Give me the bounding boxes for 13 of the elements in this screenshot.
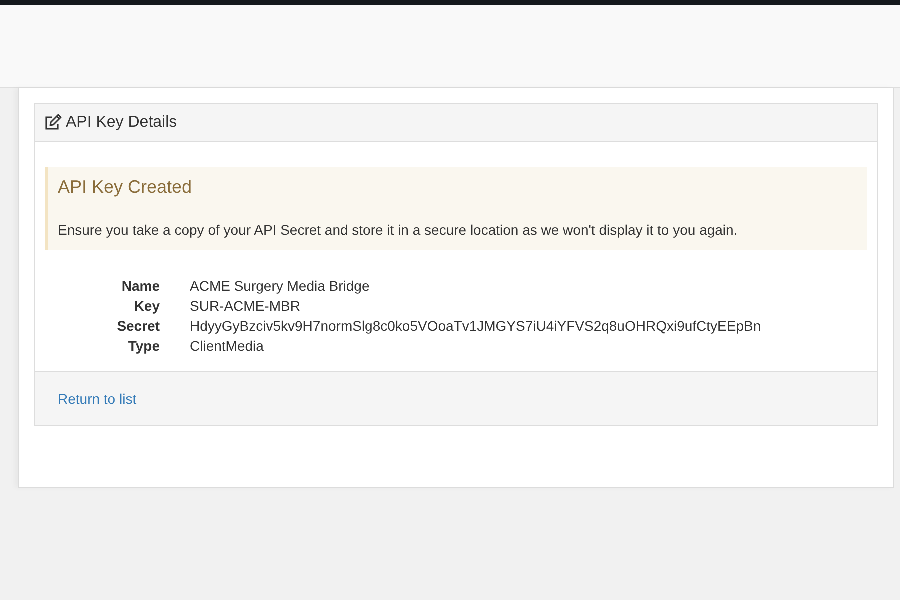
alert-title: API Key Created — [58, 176, 194, 199]
alert-message: Ensure you take a copy of your API Secret and store it in a secure location as we won't display it to you again. — [58, 221, 739, 240]
detail-value: ClientMedia — [190, 337, 264, 356]
detail-label: Name — [122, 277, 160, 296]
detail-value: HdyyGyBzciv5kv9H7normSlg8c0ko5VOoaTv1JMGYS7iU4iYFVS2q8uOHRQxi9ufCtyEEpBn — [190, 317, 762, 336]
edit-icon — [45, 114, 62, 131]
detail-value: SUR-ACME-MBR — [190, 297, 300, 316]
return-link[interactable]: Return to list — [58, 391, 137, 407]
card-title: API Key Details — [66, 112, 178, 132]
detail-label: Key — [134, 297, 160, 316]
detail-label: Secret — [117, 317, 160, 336]
detail-value: ACME Surgery Media Bridge — [190, 277, 370, 296]
detail-label: Type — [128, 337, 160, 356]
